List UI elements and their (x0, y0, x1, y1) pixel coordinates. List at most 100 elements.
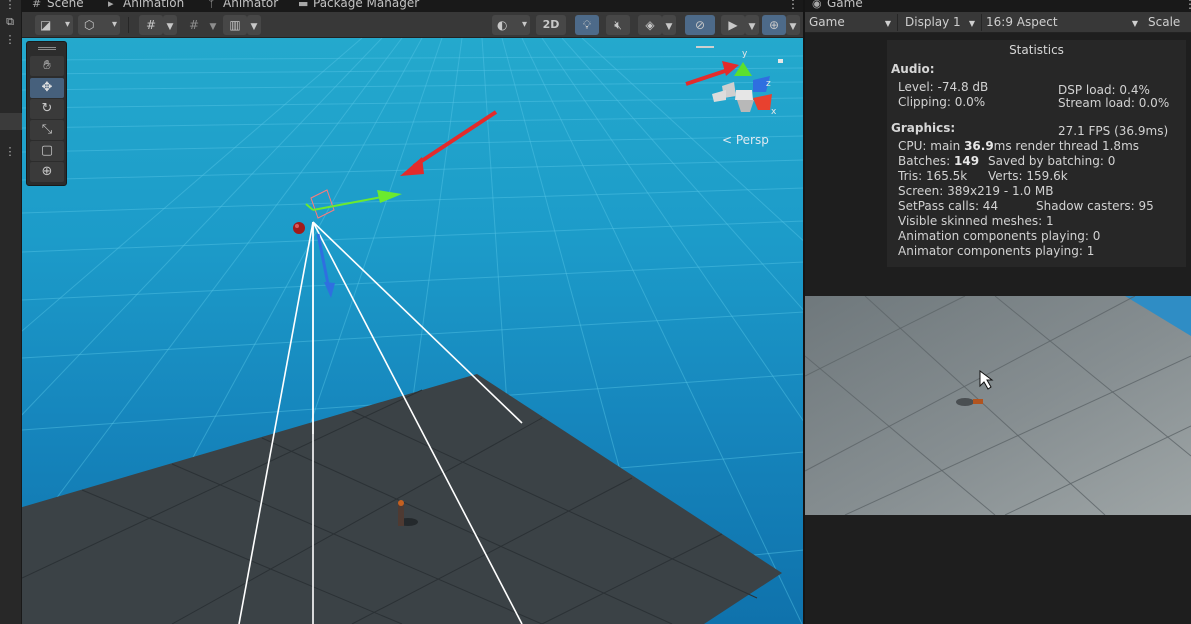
shading-mode-dropdown[interactable]: ◐ (492, 15, 530, 35)
left-panel-strip: ⋮ ⧉ ⋮ ⋮ (0, 0, 22, 624)
gizmos-toggle[interactable]: ⊕ (762, 15, 786, 35)
effects-menu[interactable]: ▼ (662, 15, 676, 35)
axis-label-z: z (766, 79, 771, 89)
kebab-menu-icon[interactable]: ⋮ (787, 0, 799, 11)
screen-stat: Screen: 389x219 - 1.0 MB (898, 184, 1054, 198)
animator-icon: ᛘ (208, 0, 215, 10)
increment-snap-toggle[interactable]: ▥ (223, 15, 247, 35)
projection-toggle[interactable]: < Persp (722, 133, 769, 147)
rotate-icon: ↻ (41, 101, 53, 116)
game-render[interactable] (805, 296, 1191, 515)
rect-tool-button[interactable]: ▢ (30, 141, 64, 161)
scene-visibility-toggle[interactable]: ⊘ (685, 15, 715, 35)
scale-icon: ⤡ (41, 122, 53, 137)
tool-palette: ✋︎ ✥ ↻ ⤡ ▢ ⊕ (26, 41, 67, 186)
grid-snap-toggle[interactable]: # (139, 15, 163, 35)
drag-handle[interactable] (38, 47, 56, 50)
eye-slash-icon: ⊘ (694, 18, 706, 32)
kebab-menu-icon[interactable]: ⋮ (3, 0, 17, 12)
cpu-stats: CPU: main 36.9ms render thread 1.8ms (898, 139, 1140, 153)
axis-label-x: x (771, 107, 777, 117)
ground-plane (22, 374, 782, 624)
chevron-down-icon: ▼ (789, 22, 797, 32)
scale-tool-button[interactable]: ⤡ (30, 120, 64, 140)
game-render-image (805, 296, 1191, 515)
play-icon: ▸ (108, 0, 114, 10)
tab-package-manager[interactable]: ▬ Package Manager (298, 0, 419, 11)
gizmos-menu[interactable]: ▼ (786, 15, 800, 35)
transform-tool-button[interactable]: ⊕ (30, 162, 64, 182)
graphics-header: Graphics: (891, 121, 956, 135)
view-tool-button[interactable]: ✋︎ (30, 56, 64, 76)
camera-icon: ▶ (728, 18, 738, 32)
gamepad-icon: ◉ (812, 0, 822, 10)
batches-stat: Batches: 149 (898, 154, 980, 168)
orientation-dropdown[interactable]: ⬡ (78, 15, 120, 35)
selected-row-highlight (0, 113, 22, 130)
toggle-2d-button[interactable]: 2D (536, 15, 566, 35)
statistics-panel: Statistics Audio: Level: -74.8 dB Clippi… (887, 40, 1186, 267)
chevron-down-icon: ▼ (665, 22, 673, 32)
audio-header: Audio: (891, 62, 935, 76)
stream-load: Stream load: 0.0% (1058, 96, 1170, 110)
hand-icon: ✋︎ (43, 58, 51, 73)
snap-ruler-icon: ▥ (229, 18, 241, 32)
view-mode-dropdown[interactable]: Game (805, 12, 895, 34)
chevron-down-icon: ▼ (209, 22, 217, 32)
display-dropdown[interactable]: Display 1 (901, 12, 979, 34)
statistics-title: Statistics (1009, 43, 1064, 57)
grid-icon: # (32, 0, 42, 10)
grid-icon: # (188, 18, 200, 32)
chevron-down-icon: ▼ (166, 22, 174, 32)
fps-readout: 27.1 FPS (36.9ms) (1058, 124, 1169, 138)
sphere-icon: ◐ (497, 18, 508, 32)
camera-toggle[interactable]: ▶ (721, 15, 745, 35)
effects-toggle[interactable]: ◈ (638, 15, 662, 35)
transform-icon: ⊕ (41, 164, 53, 179)
tris-stat: Tris: 165.5k (898, 169, 968, 183)
shaded-icon: ◪ (40, 18, 52, 32)
verts-stat: Verts: 159.6k (988, 169, 1068, 183)
setpass-stat: SetPass calls: 44 (898, 199, 999, 213)
kebab-menu-icon[interactable]: ⋮ (3, 145, 17, 159)
scene-toolbar: ◪ ⬡ # ▼ # ▼ ▥ ▼ ◐ 2D 💡︎ 🔇︎ ◈ ▼ ⊘ ▶ ▼ ⊕ ▼ (22, 12, 804, 38)
grid-visibility-toggle[interactable]: # (182, 15, 206, 35)
kebab-menu-icon[interactable]: ⋮ (3, 33, 17, 47)
tab-animation[interactable]: ▸ Animation (108, 0, 184, 11)
draw-mode-dropdown[interactable]: ◪ (35, 15, 73, 35)
grid-snap-menu[interactable]: ▼ (163, 15, 177, 35)
lighting-toggle[interactable]: 💡︎ (575, 15, 599, 35)
dsp-load: DSP load: 0.4% (1058, 83, 1150, 97)
speaker-mute-icon: 🔇︎ (614, 18, 622, 32)
package-icon: ▬ (298, 0, 309, 10)
chevron-down-icon: ▼ (748, 22, 756, 32)
tab-animator[interactable]: ᛘ Animator (208, 0, 278, 11)
scene-render: y z x (22, 38, 804, 624)
audio-clipping: Clipping: 0.0% (898, 95, 986, 109)
increment-snap-menu[interactable]: ▼ (247, 15, 261, 35)
game-toolbar: Game Display 1 16:9 Aspect Scale (805, 12, 1191, 34)
aspect-dropdown[interactable]: 16:9 Aspect (982, 12, 1142, 34)
annotation-arrow (685, 61, 739, 86)
animation-components-stat: Animation components playing: 0 (898, 229, 1101, 243)
layers-icon: ◈ (645, 18, 655, 32)
cube-icon: ⬡ (84, 18, 95, 32)
rotate-tool-button[interactable]: ↻ (30, 99, 64, 119)
saved-by-batching: Saved by batching: 0 (988, 154, 1116, 168)
grid-snap-icon: # (145, 18, 157, 32)
scene-viewport[interactable]: y z x < Persp ✋︎ ✥ ↻ ⤡ ▢ ⊕ (22, 38, 804, 624)
kebab-menu-icon[interactable]: ⋮ (1184, 0, 1191, 11)
tab-scene[interactable]: # Scene (32, 0, 84, 11)
camera-menu[interactable]: ▼ (745, 15, 759, 35)
chevron-down-icon: ▼ (250, 22, 258, 32)
grid-visibility-menu[interactable]: ▼ (206, 15, 220, 35)
animator-components-stat: Animator components playing: 1 (898, 244, 1095, 258)
audio-toggle[interactable]: 🔇︎ (606, 15, 630, 35)
move-tool-button[interactable]: ✥ (30, 78, 64, 98)
tab-bar: # Scene ▸ Animation ᛘ Animator ▬ Package Man… (22, 0, 1191, 12)
collab-icon[interactable]: ⧉ (3, 15, 17, 29)
shadow-casters-stat: Shadow casters: 95 (1036, 199, 1154, 213)
tab-game[interactable]: ◉ Game (812, 0, 863, 11)
scale-slider[interactable]: Scale (1144, 12, 1191, 33)
rect-icon: ▢ (40, 143, 54, 158)
